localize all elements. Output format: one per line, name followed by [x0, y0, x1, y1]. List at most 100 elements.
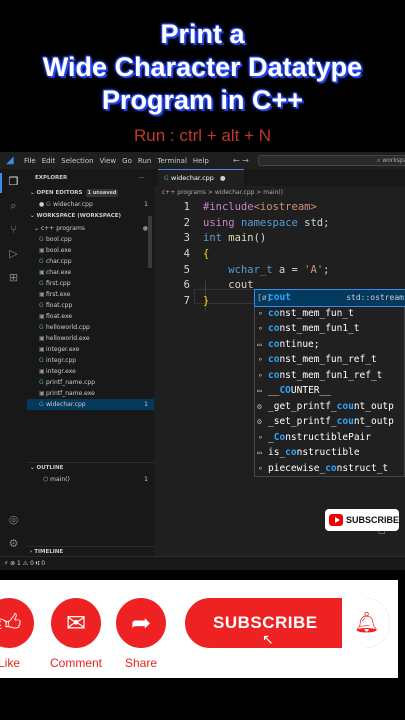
file-item[interactable]: ▣integer.exe [27, 344, 154, 355]
gear-icon[interactable]: ⚙ [7, 537, 20, 550]
outline-item-count: 1 [144, 476, 148, 483]
suggestion-item[interactable]: ⚬ const_mem_fun_ref_t [255, 352, 405, 368]
file-item[interactable]: Gbool.cpp [27, 234, 154, 245]
search-icon[interactable]: ⌕ [7, 199, 20, 212]
menu-edit[interactable]: Edit [42, 157, 56, 165]
suggestion-item[interactable]: ⚬ _ConstructiblePair [255, 430, 405, 446]
file-item[interactable]: Gwidechar.cpp 1 [27, 399, 154, 410]
suggestion-match: cout [268, 292, 291, 303]
suggestion-match: co [268, 323, 280, 334]
tab-widechar[interactable]: Gwidechar.cpp ● [158, 169, 244, 186]
file-item[interactable]: Gprintf_name.cpp [27, 377, 154, 388]
open-editors-label: OPEN EDITORS [36, 190, 83, 196]
file-name: char.cpp [46, 258, 72, 265]
line-number: 6 [183, 279, 190, 291]
file-name: first.cpp [46, 280, 71, 287]
code-line-6: cout [203, 279, 254, 291]
subscribe-button[interactable]: SUBSCRIBE 🔔︎ [185, 598, 390, 648]
youtube-play-icon [329, 514, 343, 526]
cpp-file-icon: G [39, 401, 44, 408]
file-item[interactable]: Ghelloworld.cpp [27, 322, 154, 333]
file-item[interactable]: Gintegr.cpp [27, 355, 154, 366]
file-item[interactable]: ▣helloworld.exe [27, 333, 154, 344]
suggestion-match: cou [336, 400, 354, 412]
title-line-1: Print a [160, 19, 245, 49]
suggestion-rest: nstruct_t [336, 462, 389, 474]
suggestion-item[interactable]: ▭ continue; [255, 337, 405, 353]
menu-go[interactable]: Go [122, 157, 132, 165]
folder-item[interactable]: ⌄ c++ programs ● [27, 223, 154, 234]
suggestion-item[interactable]: ⚬ const_mem_fun1_ref_t [255, 368, 405, 384]
outline-item-main[interactable]: ⬡ main() 1 [27, 474, 154, 485]
run-debug-icon[interactable]: ▷ [7, 247, 20, 260]
suggestion-item[interactable]: ⚙ _set_printf_count_outp [255, 414, 405, 430]
file-item[interactable]: Gchar.cpp [27, 256, 154, 267]
cpp-file-icon: G [39, 258, 44, 265]
file-item[interactable]: ▣integr.exe [27, 366, 154, 377]
menu-file[interactable]: File [24, 157, 36, 165]
file-name: widechar.cpp [46, 401, 86, 408]
menu-terminal[interactable]: Terminal [157, 157, 187, 165]
code-line-1: #include<iostream> [203, 201, 317, 213]
share-label: Share [124, 656, 158, 670]
status-bar[interactable]: ⚡ ⊗ 1 ⚠ 0 ⑆ 0 [0, 556, 405, 570]
command-center-search[interactable]: ⌕ workspace [258, 155, 405, 166]
file-item[interactable]: ▣char.exe [27, 267, 154, 278]
menu-run[interactable]: Run [138, 157, 151, 165]
file-item[interactable]: Gfloat.cpp [27, 300, 154, 311]
suggestion-item[interactable]: [ø]cout std::ostream [254, 289, 405, 307]
suggestion-item[interactable]: ⚬ const_mem_fun_t [255, 306, 405, 322]
suggestion-kind-icon: ⚬ [257, 355, 264, 364]
mini-subscribe-button[interactable]: SUBSCRIBE [325, 509, 399, 531]
menu-view[interactable]: View [100, 157, 117, 165]
open-editors-header[interactable]: ⌄ OPEN EDITORS 1 unsaved [27, 188, 154, 199]
action-bar: 👍︎ Like ✉ Comment ➦ Share SUBSCRIBE 🔔︎ ↖ [0, 580, 398, 678]
suggestion-rest: nt_outp [353, 416, 394, 427]
more-actions-icon[interactable]: ··· [139, 173, 151, 184]
outline-label: OUTLINE [36, 465, 64, 471]
title-line-2: Wide Character Datatype [42, 52, 363, 82]
suggestion-kind-icon: ⚬ [257, 370, 264, 380]
suggestion-kind-icon: ▭ [257, 448, 262, 457]
nav-arrows-icon[interactable]: ← → [233, 156, 249, 165]
share-button[interactable]: ➦ [116, 598, 166, 648]
suggestion-kind-icon: ⚬ [257, 432, 264, 442]
source-control-icon[interactable]: ⑂ [7, 223, 20, 236]
file-name: bool.cpp [46, 236, 72, 243]
suggestion-match: cou [336, 416, 354, 427]
file-item[interactable]: ▣first.exe [27, 289, 154, 300]
exe-file-icon: ▣ [39, 269, 45, 276]
folder-name: c++ programs [40, 225, 85, 232]
like-button[interactable]: 👍︎ [0, 598, 34, 648]
suggestion-item[interactable]: ⚬ const_mem_fun1_t [255, 321, 405, 337]
line-number: 1 [183, 201, 190, 213]
file-item[interactable]: ▣float.exe [27, 311, 154, 322]
workspace-header[interactable]: ⌄ WORKSPACE (WORKSPACE) [27, 211, 154, 222]
video-title: Print a Wide Character Datatype Program … [0, 18, 405, 117]
file-name: char.exe [46, 269, 72, 276]
suggestion-item[interactable]: ▭ is_constructible [255, 445, 405, 461]
file-item[interactable]: ▣bool.exe [27, 245, 154, 256]
suggestion-rest: nst_mem_fun1_t [279, 323, 360, 334]
explorer-icon[interactable]: ❐ [7, 175, 20, 188]
bell-button[interactable]: 🔔︎ [342, 598, 390, 648]
breadcrumb[interactable]: c++ programs > widechar.cpp > main() [162, 189, 283, 196]
sidebar-scrollbar[interactable] [148, 216, 152, 268]
suggestion-item[interactable]: ⚙ _get_printf_count_outp [255, 399, 405, 415]
menu-selection[interactable]: Selection [61, 157, 93, 165]
extensions-icon[interactable]: ⊞ [7, 271, 20, 284]
file-item[interactable]: ▣printf_name.exe [27, 388, 154, 399]
code-line-5: wchar_t a = 'A'; [228, 264, 330, 276]
unsaved-dot-icon[interactable]: ● [220, 174, 226, 182]
suggestion-item[interactable]: ▭ __COUNTER__ [255, 383, 405, 399]
comment-button[interactable]: ✉ [51, 598, 101, 648]
menu-help[interactable]: Help [193, 157, 209, 165]
outline-header[interactable]: ⌄ OUTLINE [27, 462, 154, 473]
open-editor-item[interactable]: ● Gwidechar.cpp 1 [27, 199, 154, 210]
suggestion-item[interactable]: ⚬ piecewise_construct_t [255, 461, 405, 477]
explorer-sidebar: EXPLORER ··· ⌄ OPEN EDITORS 1 unsaved ● G… [27, 169, 154, 559]
account-icon[interactable]: ◎ [7, 513, 20, 526]
file-item[interactable]: Gfirst.cpp [27, 278, 154, 289]
suggestion-prefix: _get_printf_ [268, 400, 337, 412]
suggestion-rest: nt_outp [353, 400, 394, 412]
